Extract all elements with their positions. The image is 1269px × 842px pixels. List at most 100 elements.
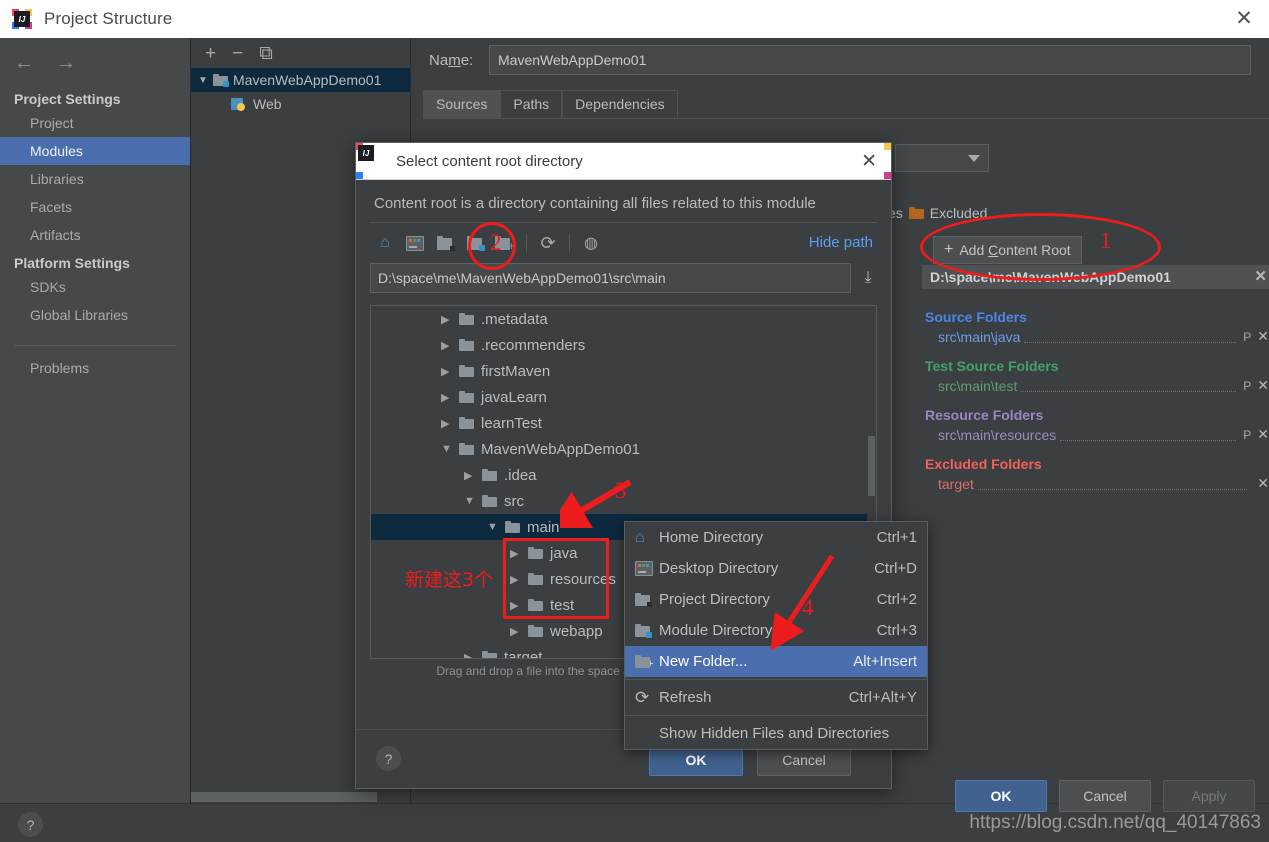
sidebar-item-project[interactable]: Project (0, 109, 190, 137)
footer-button-row: OK Cancel Apply (955, 780, 1255, 812)
resource-folder-row[interactable]: src\main\resources P ✕ (925, 426, 1269, 443)
dialog-help-icon[interactable]: ? (376, 746, 401, 771)
module-name-input[interactable]: MavenWebAppDemo01 (489, 45, 1251, 75)
tab-dependencies[interactable]: Dependencies (562, 90, 678, 118)
folder-remove-icon[interactable]: ✕ (1257, 328, 1269, 345)
ok-button[interactable]: OK (955, 780, 1047, 812)
desktop-directory-icon[interactable] (400, 230, 430, 256)
test-source-folder-row[interactable]: src\main\test P ✕ (925, 377, 1269, 394)
content-root-remove-icon[interactable]: ✕ (1254, 267, 1267, 285)
copy-module-button[interactable]: ⧉ (259, 44, 273, 63)
menu-item-label: Home Directory (659, 529, 764, 546)
tree-row[interactable]: ▶ javaLearn (371, 384, 876, 410)
sidebar-item-libraries[interactable]: Libraries (0, 165, 190, 193)
apply-button[interactable]: Apply (1163, 780, 1255, 812)
expand-triangle-icon[interactable]: ▼ (464, 495, 476, 507)
excluded-folder-icon (908, 207, 924, 219)
folder-icon (482, 469, 497, 481)
help-icon[interactable]: ? (18, 812, 43, 837)
tree-row-label: java (550, 544, 578, 562)
module-tree-row-mavenwebappdemo01[interactable]: ▼ MavenWebAppDemo01 (191, 68, 410, 92)
path-input[interactable]: D:\space\me\MavenWebAppDemo01\src\main (370, 263, 851, 293)
home-directory-icon[interactable]: ⌂ (370, 230, 400, 256)
refresh-icon[interactable]: ⟳ (533, 230, 563, 256)
collapse-triangle-icon[interactable]: ▶ (441, 339, 453, 352)
menu-item-project-directory[interactable]: Project Directory Ctrl+2 (625, 584, 927, 615)
modules-hscrollbar-thumb[interactable] (191, 792, 377, 802)
menu-item-home-directory[interactable]: ⌂ Home Directory Ctrl+1 (625, 522, 927, 553)
collapse-triangle-icon[interactable]: ▶ (464, 469, 476, 482)
expand-triangle-icon[interactable]: ▼ (198, 75, 208, 86)
tree-row-label: target (504, 648, 543, 659)
sidebar-item-sdks[interactable]: SDKs (0, 273, 190, 301)
remove-module-button[interactable]: − (232, 44, 243, 63)
menu-item-refresh[interactable]: ⟳ Refresh Ctrl+Alt+Y (625, 682, 927, 713)
excluded-folder-row[interactable]: target ✕ (925, 475, 1269, 492)
hide-path-link[interactable]: Hide path (809, 234, 873, 251)
cancel-button[interactable]: Cancel (1059, 780, 1151, 812)
menu-item-label: Refresh (659, 689, 712, 706)
sidebar-item-global-libraries[interactable]: Global Libraries (0, 301, 190, 329)
collapse-triangle-icon[interactable]: ▶ (510, 599, 522, 612)
menu-item-show-hidden[interactable]: Show Hidden Files and Directories (625, 718, 927, 749)
collapse-triangle-icon[interactable]: ▶ (441, 313, 453, 326)
folder-remove-icon[interactable]: ✕ (1257, 475, 1269, 492)
sidebar-item-artifacts[interactable]: Artifacts (0, 221, 190, 249)
tree-row[interactable]: ▼ MavenWebAppDemo01 (371, 436, 876, 462)
folder-remove-icon[interactable]: ✕ (1257, 426, 1269, 443)
project-directory-icon[interactable] (430, 230, 460, 256)
new-folder-icon[interactable]: + (490, 230, 520, 256)
expand-triangle-icon[interactable]: ▼ (487, 521, 499, 533)
show-hidden-icon[interactable]: ◍ (576, 230, 606, 256)
path-history-icon[interactable]: ⤓ (859, 269, 877, 287)
tree-row[interactable]: ▶ .recommenders (371, 332, 876, 358)
tree-row-label: MavenWebAppDemo01 (481, 440, 640, 458)
web-facet-icon (231, 97, 245, 111)
collapse-triangle-icon[interactable]: ▶ (510, 547, 522, 560)
dialog-close-icon[interactable]: ✕ (861, 150, 877, 173)
tab-paths[interactable]: Paths (500, 90, 563, 118)
language-level-combo[interactable] (895, 144, 989, 172)
folder-properties-icon[interactable]: P (1243, 379, 1251, 393)
add-module-button[interactable]: + (205, 44, 216, 63)
dialog-description: Content root is a directory containing a… (374, 195, 816, 212)
sidebar-item-problems[interactable]: Problems (0, 354, 190, 382)
window-title: Project Structure (44, 9, 173, 28)
close-icon[interactable]: ✕ (1233, 8, 1255, 31)
tree-row[interactable]: ▶ firstMaven (371, 358, 876, 384)
source-folder-row[interactable]: src\main\java P ✕ (925, 328, 1269, 345)
menu-item-new-folder[interactable]: + New Folder... Alt+Insert (625, 646, 927, 677)
folder-icon (459, 313, 474, 325)
expand-triangle-icon[interactable]: ▼ (441, 443, 453, 455)
folder-icon (528, 625, 543, 637)
toolbar-separator (569, 234, 570, 252)
refresh-icon: ⟳ (635, 687, 650, 707)
back-arrow-icon[interactable]: ← (14, 52, 34, 75)
content-root-header: D:\space\me\MavenWebAppDemo01 ✕ (922, 265, 1269, 289)
forward-arrow-icon[interactable]: → (56, 52, 76, 75)
menu-item-desktop-directory[interactable]: Desktop Directory Ctrl+D (625, 553, 927, 584)
collapse-triangle-icon[interactable]: ▶ (441, 417, 453, 430)
module-directory-icon[interactable] (460, 230, 490, 256)
folder-properties-icon[interactable]: P (1243, 330, 1251, 344)
tree-row[interactable]: ▼ src (371, 488, 876, 514)
sidebar-item-facets[interactable]: Facets (0, 193, 190, 221)
tab-sources[interactable]: Sources (423, 90, 501, 118)
modules-hscrollbar[interactable] (191, 790, 410, 804)
add-content-root-button[interactable]: + Add Content Root (933, 236, 1082, 264)
collapse-triangle-icon[interactable]: ▶ (510, 573, 522, 586)
collapse-triangle-icon[interactable]: ▶ (464, 651, 476, 659)
tree-row[interactable]: ▶ learnTest (371, 410, 876, 436)
folder-properties-icon[interactable]: P (1243, 428, 1251, 442)
folder-remove-icon[interactable]: ✕ (1257, 377, 1269, 394)
language-level-combo-wrap (895, 144, 989, 176)
intellij-logo-icon: IJ (356, 143, 891, 179)
collapse-triangle-icon[interactable]: ▶ (441, 391, 453, 404)
tree-row[interactable]: ▶ .idea (371, 462, 876, 488)
module-tree-row-web[interactable]: Web (191, 92, 410, 116)
collapse-triangle-icon[interactable]: ▶ (510, 625, 522, 638)
tree-row[interactable]: ▶ .metadata (371, 306, 876, 332)
sidebar-item-modules[interactable]: Modules (0, 137, 190, 165)
menu-item-module-directory[interactable]: Module Directory Ctrl+3 (625, 615, 927, 646)
collapse-triangle-icon[interactable]: ▶ (441, 365, 453, 378)
